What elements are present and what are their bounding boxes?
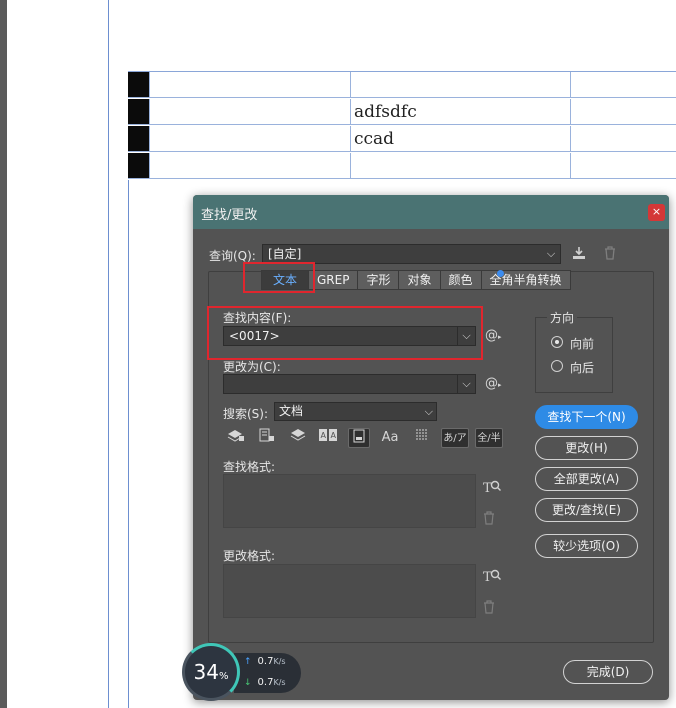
include-master-pages-icon[interactable]: AA xyxy=(317,428,339,448)
tab-width-conversion[interactable]: 全角半角转换 xyxy=(481,270,571,290)
trash-icon[interactable] xyxy=(483,600,495,618)
table-cell[interactable] xyxy=(570,72,676,97)
search-scope-value: 文档 xyxy=(279,404,304,418)
special-characters-icon[interactable]: @▸ xyxy=(485,328,502,343)
change-find-button[interactable]: 更改/查找(E) xyxy=(535,498,638,522)
trash-icon[interactable] xyxy=(483,511,495,529)
pasteboard-edge xyxy=(0,0,7,708)
direction-group xyxy=(535,317,613,393)
table-cell[interactable]: ccad xyxy=(350,126,570,151)
chevron-down-icon[interactable]: ⌵ xyxy=(457,375,475,393)
table-cell[interactable] xyxy=(570,99,676,124)
search-scope-select[interactable]: 文档 ⌵ xyxy=(274,402,437,421)
tab-object[interactable]: 对象 xyxy=(399,270,441,290)
page-margin-guide xyxy=(108,0,109,708)
table-cell[interactable] xyxy=(149,72,350,97)
highlight-find-box xyxy=(207,306,483,360)
table-cell[interactable] xyxy=(149,126,350,151)
table-cell[interactable] xyxy=(149,99,350,124)
table-cell[interactable] xyxy=(350,153,570,178)
done-button[interactable]: 完成(D) xyxy=(563,660,653,684)
change-to-input[interactable]: ⌵ xyxy=(223,374,476,394)
change-button[interactable]: 更改(H) xyxy=(535,436,638,460)
direction-title: 方向 xyxy=(547,309,578,326)
direction-forward-label[interactable]: 向前 xyxy=(570,335,594,352)
change-format-label: 更改格式: xyxy=(223,549,276,563)
document-table[interactable]: adfsdfc ccad xyxy=(128,71,676,180)
table-cell[interactable] xyxy=(570,126,676,151)
svg-text:T: T xyxy=(483,570,492,584)
table-cell[interactable]: adfsdfc xyxy=(350,99,570,124)
arrow-up-icon: ↑ xyxy=(244,657,252,667)
dialog-title: 查找/更改 xyxy=(201,208,258,223)
specify-change-format-icon[interactable]: T xyxy=(483,568,501,588)
table-row[interactable] xyxy=(128,72,676,98)
case-sensitive-icon[interactable]: Aa xyxy=(379,428,401,448)
tab-color[interactable]: 颜色 xyxy=(440,270,482,290)
network-speed-widget[interactable]: ↑ 0.7K/s ↓ 0.7K/s xyxy=(234,653,301,693)
direction-forward-radio[interactable] xyxy=(551,336,563,348)
include-hidden-layers-icon[interactable] xyxy=(287,428,309,448)
svg-text:T: T xyxy=(483,481,492,495)
include-footnotes-icon[interactable] xyxy=(348,428,370,448)
table-cell[interactable] xyxy=(350,72,570,97)
include-locked-layers-icon[interactable] xyxy=(225,428,247,448)
table-cell[interactable] xyxy=(149,153,350,178)
cpu-percent: 34% xyxy=(193,660,229,684)
table-row[interactable]: adfsdfc xyxy=(128,99,676,125)
whole-word-icon[interactable] xyxy=(411,428,433,448)
width-sensitive-icon[interactable]: 全/半 xyxy=(475,428,503,448)
table-row[interactable]: ccad xyxy=(128,126,676,152)
chevron-down-icon: ⌵ xyxy=(424,405,433,418)
row-header xyxy=(128,72,149,97)
notification-dot xyxy=(497,270,504,277)
save-query-icon[interactable] xyxy=(571,245,587,265)
query-dropdown[interactable]: [自定] ⌵ xyxy=(262,244,561,264)
fewer-options-button[interactable]: 较少选项(O) xyxy=(535,534,638,558)
find-format-label: 查找格式: xyxy=(223,460,276,474)
kana-sensitive-icon[interactable]: あ/ア xyxy=(441,428,469,448)
arrow-down-icon: ↓ xyxy=(244,678,252,688)
direction-backward-radio[interactable] xyxy=(551,360,563,372)
special-characters-icon[interactable]: @▸ xyxy=(485,376,502,391)
table-row[interactable] xyxy=(128,153,676,179)
find-change-dialog: 查找/更改 × 查询(Q): [自定] ⌵ 文本 GREP 字形 对象 颜色 全… xyxy=(193,195,669,700)
row-header xyxy=(128,126,149,151)
trash-icon[interactable] xyxy=(603,245,617,264)
text-frame-edge xyxy=(128,180,129,708)
svg-text:A: A xyxy=(331,431,337,440)
svg-text:A: A xyxy=(321,431,327,440)
direction-backward-label[interactable]: 向后 xyxy=(570,359,594,376)
row-header xyxy=(128,99,149,124)
tab-grep[interactable]: GREP xyxy=(309,270,359,290)
change-to-label: 更改为(C): xyxy=(223,360,281,374)
change-all-button[interactable]: 全部更改(A) xyxy=(535,467,638,491)
close-button[interactable]: × xyxy=(648,204,665,221)
highlight-tab-box xyxy=(243,262,315,293)
upload-speed: ↑ 0.7K/s xyxy=(244,656,286,667)
chevron-down-icon: ⌵ xyxy=(546,247,556,260)
specify-find-format-icon[interactable]: T xyxy=(483,479,501,499)
table-cell[interactable] xyxy=(570,153,676,178)
tab-glyph[interactable]: 字形 xyxy=(358,270,400,290)
search-label: 搜索(S): xyxy=(223,407,269,421)
dialog-titlebar[interactable]: 查找/更改 × xyxy=(193,195,669,229)
row-header xyxy=(128,153,149,178)
change-format-box[interactable] xyxy=(223,564,476,618)
find-format-box[interactable] xyxy=(223,474,476,528)
query-value: [自定] xyxy=(268,247,302,261)
include-locked-stories-icon[interactable] xyxy=(256,428,278,448)
cpu-usage-gauge[interactable]: 34% xyxy=(182,643,240,701)
find-next-button[interactable]: 查找下一个(N) xyxy=(535,405,638,429)
download-speed: ↓ 0.7K/s xyxy=(244,677,286,688)
